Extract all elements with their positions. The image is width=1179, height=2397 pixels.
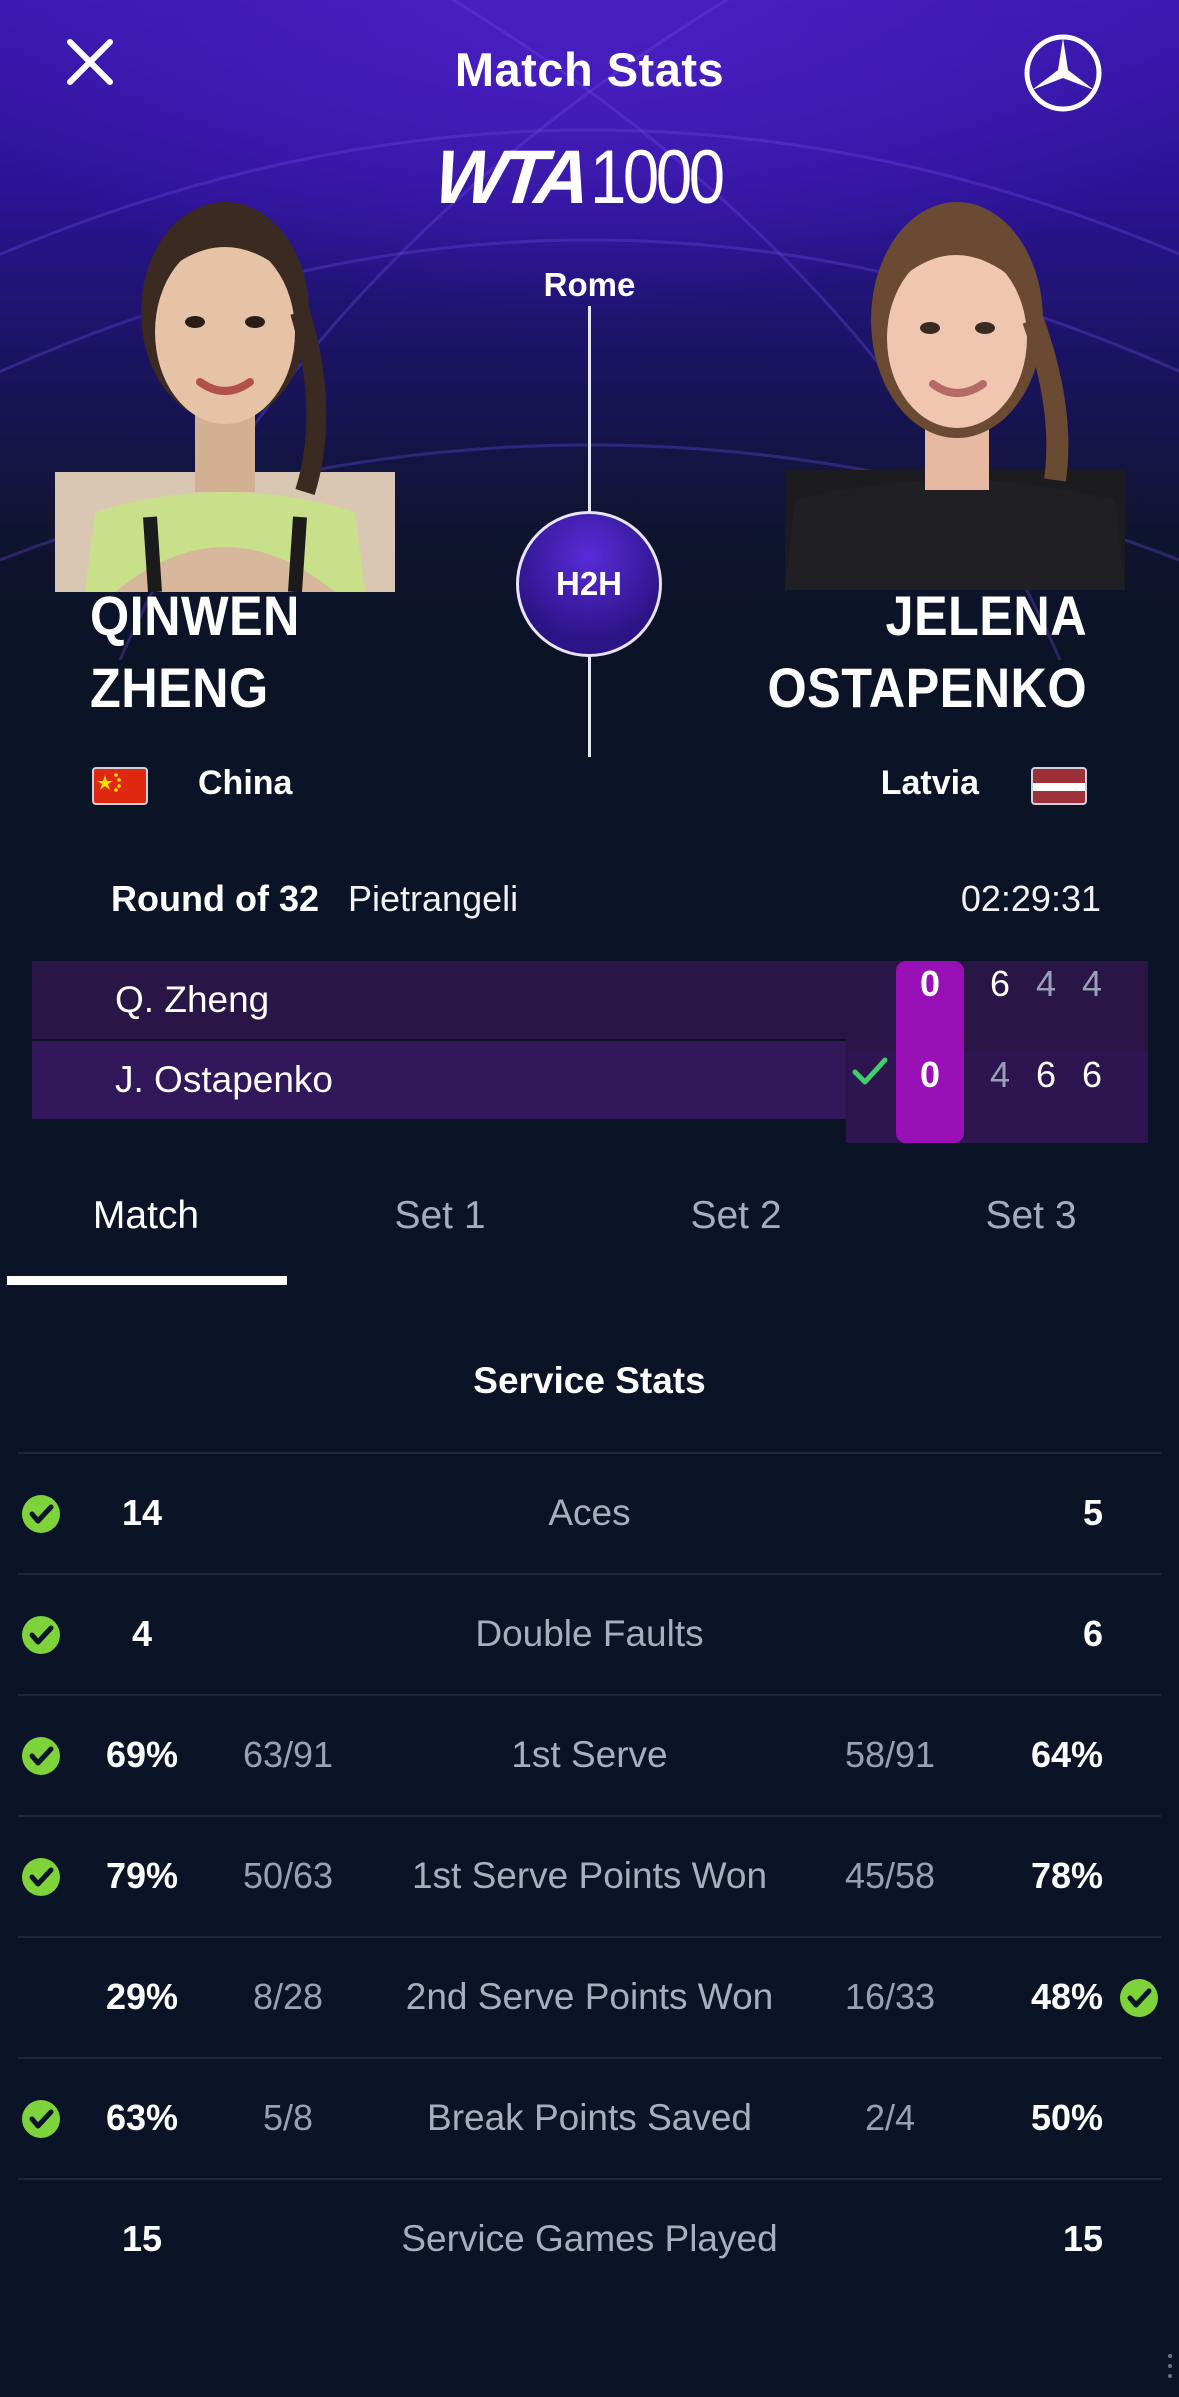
tab-match[interactable]: Match (1, 1194, 291, 1238)
stat-right-value: 5 (1082, 1492, 1103, 1533)
stat-left-fraction: 5/8 (262, 2097, 314, 2138)
stat-right-value: 64% (1030, 1734, 1103, 1775)
stat-right-value: 78% (1030, 1855, 1103, 1896)
stat-label: Double Faults (475, 1613, 704, 1654)
stat-left-value: 14 (121, 1492, 163, 1533)
player2-country: Latvia (880, 764, 979, 802)
h2h-button[interactable]: H2H (516, 511, 662, 657)
stat-row: 15 Service Games Played 15 (0, 2198, 1179, 2278)
stat-right-fraction: 45/58 (844, 1855, 936, 1896)
match-round: Round of 32 (111, 878, 319, 919)
player2-first-name: JELENA (885, 584, 1087, 647)
match-court: Pietrangeli (348, 878, 519, 919)
scoreboard-row-player2: J. Ostapenko (32, 1041, 847, 1119)
stat-left-value: 79% (105, 1855, 179, 1896)
stats-divider (18, 1694, 1161, 1696)
stat-left-value: 29% (105, 1976, 179, 2017)
divider-line-top (588, 306, 591, 512)
lead-check-icon (21, 1615, 61, 1655)
stat-label: 2nd Serve Points Won (405, 1976, 774, 2017)
active-tab-indicator (7, 1276, 287, 1285)
stats-divider (18, 1573, 1161, 1575)
scoreboard-player2-name: J. Ostapenko (115, 1059, 334, 1100)
stat-label: Break Points Saved (427, 2097, 752, 2138)
scoreboard-player1-name: Q. Zheng (115, 979, 270, 1020)
lead-check-icon (21, 1736, 61, 1776)
stat-right-value: 50% (1030, 2097, 1103, 2138)
divider-line-bottom (588, 657, 591, 757)
player2-set3: 6 (1081, 1054, 1103, 1095)
player2-set1: 4 (989, 1054, 1011, 1095)
tab-set-3[interactable]: Set 3 (886, 1194, 1176, 1238)
player2-name: JELENA OSTAPENKO (767, 580, 1087, 724)
player1-set3: 4 (1081, 963, 1103, 1004)
lead-check-icon (21, 1857, 61, 1897)
stat-left-value: 15 (121, 2218, 163, 2259)
stat-left-fraction: 8/28 (252, 1976, 324, 2017)
stat-label: 1st Serve (511, 1734, 668, 1775)
stat-row: 4 Double Faults 6 (0, 1593, 1179, 1673)
scrollbar[interactable] (1167, 2352, 1173, 2382)
lead-check-icon (21, 1494, 61, 1534)
player1-name: QINWEN ZHENG (90, 580, 300, 724)
player1-photo (55, 172, 395, 592)
stat-right-value: 6 (1082, 1613, 1103, 1654)
tournament-brand: WTA (430, 134, 589, 220)
tournament-logo: WTA 1000 (431, 135, 745, 220)
player1-last-name: ZHENG (90, 656, 269, 719)
player1-game-score: 0 (919, 963, 941, 1004)
page-title: Match Stats (454, 43, 725, 96)
player1-first-name: QINWEN (90, 584, 300, 647)
player1-set2: 4 (1035, 963, 1057, 1004)
latvia-flag-icon (1031, 767, 1087, 805)
stats-divider (18, 2178, 1161, 2180)
china-flag-icon (92, 767, 148, 805)
winner-check-icon (852, 1057, 888, 1085)
stat-right-value: 15 (1062, 2218, 1103, 2259)
stats-divider (18, 2057, 1161, 2059)
scoreboard-row-player1: Q. Zheng (32, 961, 847, 1039)
stat-label: 1st Serve Points Won (411, 1855, 768, 1896)
stat-left-value: 69% (105, 1734, 179, 1775)
stat-row: 63% 5/8 Break Points Saved 2/4 50% (0, 2077, 1179, 2157)
stat-left-value: 63% (105, 2097, 179, 2138)
lead-check-icon (1119, 1978, 1159, 2018)
stat-right-value: 48% (1030, 1976, 1103, 2017)
stat-label: Aces (548, 1492, 631, 1533)
tournament-level: 1000 (590, 134, 725, 220)
stats-divider (18, 1936, 1161, 1938)
stats-divider (18, 1815, 1161, 1817)
tab-set-2[interactable]: Set 2 (591, 1194, 881, 1238)
stat-right-fraction: 2/4 (864, 2097, 916, 2138)
tab-set-1[interactable]: Set 1 (295, 1194, 585, 1238)
player2-game-score: 0 (919, 1054, 941, 1095)
stat-row: 14 Aces 5 (0, 1472, 1179, 1552)
player2-photo (785, 170, 1125, 590)
stat-row: 69% 63/91 1st Serve 58/91 64% (0, 1714, 1179, 1794)
player1-set1: 6 (989, 963, 1011, 1004)
section-title: Service Stats (473, 1360, 706, 1401)
stat-left-fraction: 50/63 (242, 1855, 334, 1896)
stat-right-fraction: 58/91 (844, 1734, 936, 1775)
stat-label: Service Games Played (401, 2218, 778, 2259)
stat-row: 29% 8/28 2nd Serve Points Won 16/33 48% (0, 1956, 1179, 2036)
stat-row: 79% 50/63 1st Serve Points Won 45/58 78% (0, 1835, 1179, 1915)
mercedes-logo-icon (1024, 34, 1102, 112)
lead-check-icon (21, 2099, 61, 2139)
player1-country: China (198, 764, 293, 802)
match-duration: 02:29:31 (960, 878, 1101, 919)
player2-last-name: OSTAPENKO (767, 656, 1087, 719)
player2-set2: 6 (1035, 1054, 1057, 1095)
stat-right-fraction: 16/33 (844, 1976, 936, 2017)
stats-divider (18, 1452, 1161, 1454)
stat-left-fraction: 63/91 (242, 1734, 334, 1775)
stat-left-value: 4 (131, 1613, 153, 1654)
